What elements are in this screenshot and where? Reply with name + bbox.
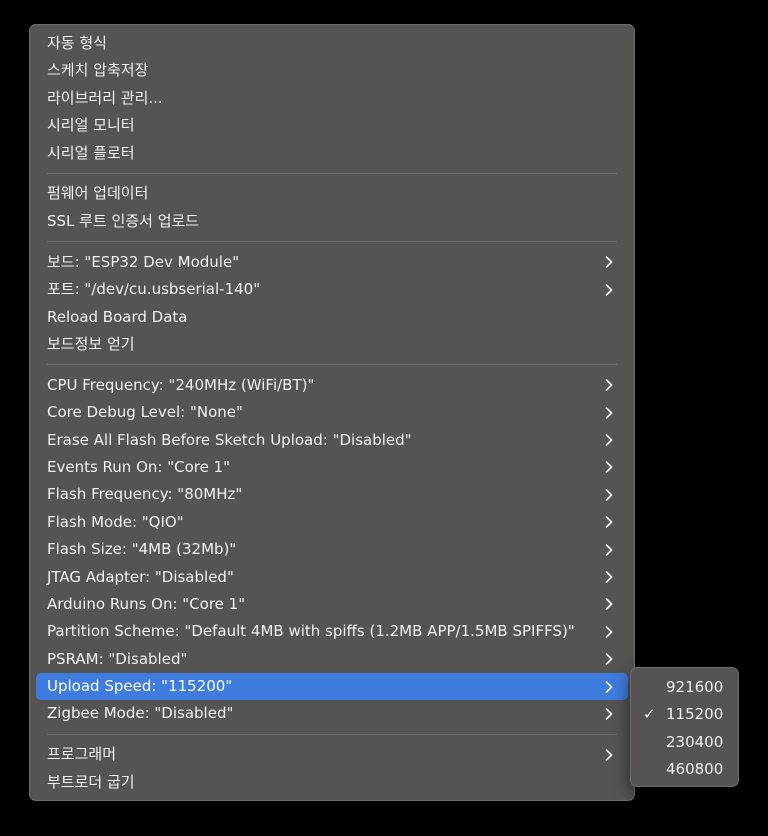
menu-item-label: Arduino Runs On: "Core 1" — [47, 594, 246, 613]
menu-separator — [30, 235, 634, 249]
menu-item-label: Flash Size: "4MB (32Mb)" — [47, 540, 237, 559]
menu-item-펌웨어-업데이터[interactable]: 펌웨어 업데이터 — [36, 180, 628, 207]
menu-item-upload-speed-115200[interactable]: Upload Speed: "115200" — [36, 673, 628, 701]
menu-item-arduino-runs-on-core-1[interactable]: Arduino Runs On: "Core 1" — [36, 591, 628, 618]
menu-item-자동-형식[interactable]: 자동 형식 — [36, 30, 628, 57]
menu-item-label: 스케치 압축저장 — [47, 61, 149, 80]
menu-item-label: 시리얼 플로터 — [47, 143, 135, 162]
menu-item-label: 포트: "/dev/cu.usbserial-140" — [47, 280, 261, 299]
menu-item-flash-mode-qio[interactable]: Flash Mode: "QIO" — [36, 509, 628, 536]
menu-item-label: 시리얼 모니터 — [47, 116, 135, 135]
menu-item-label: Events Run On: "Core 1" — [47, 457, 231, 476]
upload-speed-option-label: 115200 — [666, 705, 724, 724]
menu-item-label: CPU Frequency: "240MHz (WiFi/BT)" — [47, 375, 315, 394]
chevron-right-icon — [603, 618, 615, 645]
menu-item-reload-board-data[interactable]: Reload Board Data — [36, 304, 628, 331]
chevron-right-icon — [603, 741, 615, 768]
menu-item-cpu-frequency-240mhz-wifi-bt[interactable]: CPU Frequency: "240MHz (WiFi/BT)" — [36, 372, 628, 399]
menu-item-label: JTAG Adapter: "Disabled" — [47, 567, 234, 586]
menu-item-psram-disabled[interactable]: PSRAM: "Disabled" — [36, 646, 628, 673]
screen: 자동 형식스케치 압축저장라이브러리 관리... 시리얼 모니터시리얼 플로터펌웨… — [0, 0, 768, 836]
chevron-right-icon — [603, 427, 615, 454]
upload-speed-option-label: 230400 — [666, 732, 724, 751]
menu-separator — [30, 167, 634, 181]
menu-item-보드-esp32-dev-module[interactable]: 보드: "ESP32 Dev Module" — [36, 249, 628, 276]
chevron-right-icon — [603, 399, 615, 426]
menu-separator — [30, 728, 634, 742]
checkmark-icon: ✓ — [643, 705, 656, 724]
menu-item-label: 보드정보 얻기 — [47, 334, 135, 353]
chevron-right-icon — [603, 509, 615, 536]
chevron-right-icon — [603, 372, 615, 399]
tools-menu: 자동 형식스케치 압축저장라이브러리 관리... 시리얼 모니터시리얼 플로터펌웨… — [29, 24, 635, 801]
menu-item-core-debug-level-none[interactable]: Core Debug Level: "None" — [36, 399, 628, 426]
menu-item-erase-all-flash-before-sketch-upload-dis[interactable]: Erase All Flash Before Sketch Upload: "D… — [36, 427, 628, 454]
menu-item-포트-dev-cu-usbserial-140[interactable]: 포트: "/dev/cu.usbserial-140" — [36, 276, 628, 303]
menu-item-partition-scheme-default-4mb-with-spiffs[interactable]: Partition Scheme: "Default 4MB with spif… — [36, 618, 628, 645]
menu-item-부트로더-굽기[interactable]: 부트로더 굽기 — [36, 769, 628, 796]
menu-item-jtag-adapter-disabled[interactable]: JTAG Adapter: "Disabled" — [36, 564, 628, 591]
upload-speed-submenu: 921600 ✓ 115200 230400 460800 — [630, 667, 739, 787]
upload-speed-option-115200[interactable]: ✓ 115200 — [636, 701, 733, 728]
menu-item-label: Zigbee Mode: "Disabled" — [47, 704, 234, 723]
chevron-right-icon — [603, 700, 615, 727]
menu-item-label: 프로그래머 — [47, 745, 117, 764]
menu-item-label: SSL 루트 인증서 업로드 — [47, 211, 200, 230]
menu-item-스케치-압축저장[interactable]: 스케치 압축저장 — [36, 57, 628, 84]
menu-item-events-run-on-core-1[interactable]: Events Run On: "Core 1" — [36, 454, 628, 481]
menu-item-label: PSRAM: "Disabled" — [47, 649, 188, 668]
menu-item-label: Flash Mode: "QIO" — [47, 512, 184, 531]
menu-item-ssl-루트-인증서-업로드[interactable]: SSL 루트 인증서 업로드 — [36, 208, 628, 235]
menu-item-flash-size-4mb-32mb[interactable]: Flash Size: "4MB (32Mb)" — [36, 536, 628, 563]
menu-separator — [30, 358, 634, 372]
chevron-right-icon — [603, 249, 615, 276]
chevron-right-icon — [603, 564, 615, 591]
menu-item-label: Reload Board Data — [47, 307, 188, 326]
upload-speed-option-921600[interactable]: 921600 — [636, 674, 733, 701]
menu-item-label: Upload Speed: "115200" — [47, 677, 233, 696]
menu-item-zigbee-mode-disabled[interactable]: Zigbee Mode: "Disabled" — [36, 700, 628, 727]
chevron-right-icon — [603, 276, 615, 303]
menu-item-label: Partition Scheme: "Default 4MB with spif… — [47, 622, 575, 641]
upload-speed-option-460800[interactable]: 460800 — [636, 756, 733, 783]
upload-speed-option-230400[interactable]: 230400 — [636, 729, 733, 756]
menu-item-프로그래머[interactable]: 프로그래머 — [36, 741, 628, 768]
menu-item-라이브러리-관리[interactable]: 라이브러리 관리... — [36, 85, 628, 112]
menu-item-label: Flash Frequency: "80MHz" — [47, 485, 243, 504]
menu-item-label: 펌웨어 업데이터 — [47, 184, 149, 203]
menu-item-시리얼-플로터[interactable]: 시리얼 플로터 — [36, 140, 628, 167]
chevron-right-icon — [603, 481, 615, 508]
chevron-right-icon — [603, 454, 615, 481]
menu-item-label: 보드: "ESP32 Dev Module" — [47, 252, 240, 271]
chevron-right-icon — [603, 536, 615, 563]
menu-item-label: Erase All Flash Before Sketch Upload: "D… — [47, 430, 412, 449]
upload-speed-option-label: 921600 — [666, 678, 724, 696]
chevron-right-icon — [603, 646, 615, 673]
menu-item-시리얼-모니터[interactable]: 시리얼 모니터 — [36, 112, 628, 139]
menu-item-label: 부트로더 굽기 — [47, 772, 135, 791]
menu-item-flash-frequency-80mhz[interactable]: Flash Frequency: "80MHz" — [36, 481, 628, 508]
menu-item-label: Core Debug Level: "None" — [47, 403, 243, 422]
menu-item-label: 라이브러리 관리... — [47, 88, 163, 107]
menu-item-보드정보-얻기[interactable]: 보드정보 얻기 — [36, 331, 628, 358]
chevron-right-icon — [603, 591, 615, 618]
menu-item-label: 자동 형식 — [47, 34, 107, 52]
upload-speed-option-label: 460800 — [666, 760, 724, 779]
chevron-right-icon — [603, 673, 615, 700]
